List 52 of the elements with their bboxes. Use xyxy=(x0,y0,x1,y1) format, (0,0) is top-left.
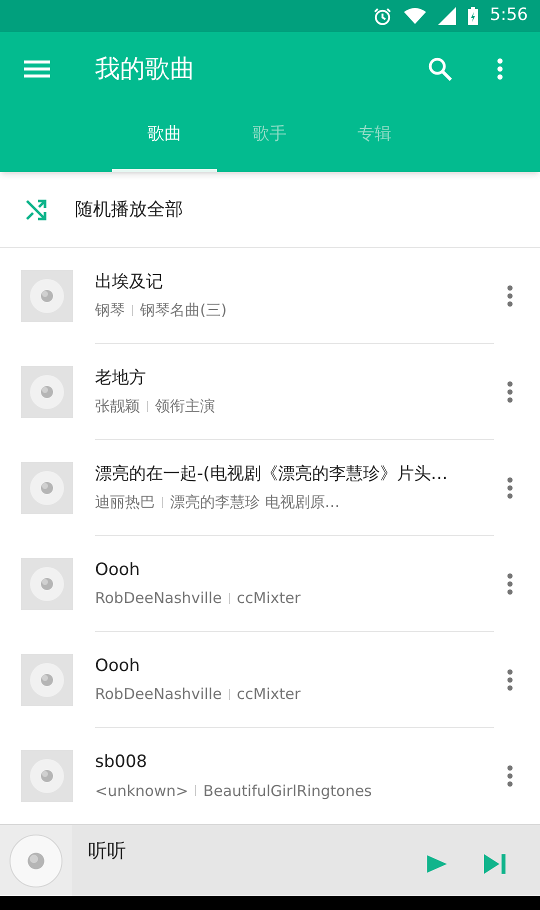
battery-icon xyxy=(468,7,478,25)
song-title: 出埃及记 xyxy=(95,270,164,294)
shuffle-all-button[interactable]: 随机播放全部 xyxy=(0,172,540,248)
song-artist: 钢琴 xyxy=(95,300,125,321)
more-icon xyxy=(507,765,513,787)
more-icon xyxy=(507,477,513,499)
more-icon xyxy=(507,285,513,307)
song-album: ccMixter xyxy=(236,588,301,609)
song-artist: RobDeeNashville xyxy=(95,684,222,705)
more-icon xyxy=(507,573,513,595)
song-title: sb008 xyxy=(95,751,148,774)
song-row[interactable]: sb008 <unknown> BeautifulGirlRingtones xyxy=(0,728,540,824)
album-art-icon xyxy=(9,834,63,888)
signal-icon xyxy=(438,7,456,25)
song-row[interactable]: 老地方 张靓颖 领衔主演 xyxy=(0,344,540,440)
song-row[interactable]: Oooh RobDeeNashville ccMixter xyxy=(0,632,540,728)
album-art-icon xyxy=(21,654,73,706)
album-art-icon xyxy=(21,558,73,610)
now-playing-title: 听听 xyxy=(88,839,127,864)
app-title: 我的歌曲 xyxy=(95,53,196,86)
album-art-icon xyxy=(21,462,73,514)
song-title: Oooh xyxy=(95,558,141,582)
status-time: 5:56 xyxy=(490,4,528,28)
more-icon xyxy=(497,58,503,80)
song-title: 老地方 xyxy=(95,366,147,390)
skip-next-icon xyxy=(484,852,506,874)
album-art-icon xyxy=(21,366,73,418)
album-art-icon xyxy=(21,270,73,322)
song-album: 漂亮的李慧珍 电视剧原… xyxy=(170,492,340,513)
song-album: ccMixter xyxy=(236,684,301,705)
song-title: Oooh xyxy=(95,654,141,678)
song-artist: <unknown> xyxy=(95,780,188,802)
shuffle-icon xyxy=(24,198,48,222)
song-album: BeautifulGirlRingtones xyxy=(203,780,372,802)
alarm-icon xyxy=(372,6,392,26)
search-icon xyxy=(427,56,453,82)
more-icon xyxy=(507,669,513,691)
play-icon xyxy=(426,852,448,874)
album-art-icon xyxy=(21,750,73,802)
song-album: 领衔主演 xyxy=(155,396,215,417)
song-artist: 迪丽热巴 xyxy=(95,492,155,513)
song-artist: 张靓颖 xyxy=(95,396,140,417)
song-row[interactable]: Oooh RobDeeNashville ccMixter xyxy=(0,536,540,632)
wifi-icon xyxy=(404,8,426,24)
song-title: 漂亮的在一起-(电视剧《漂亮的李慧珍》片头… xyxy=(95,462,449,486)
song-artist: RobDeeNashville xyxy=(95,588,222,609)
menu-icon xyxy=(24,60,50,78)
song-row[interactable]: 漂亮的在一起-(电视剧《漂亮的李慧珍》片头… 迪丽热巴 漂亮的李慧珍 电视剧原… xyxy=(0,440,540,536)
song-album: 钢琴名曲(三) xyxy=(140,300,227,321)
more-icon xyxy=(507,381,513,403)
menu-button[interactable] xyxy=(24,59,50,79)
song-row[interactable]: 出埃及记 钢琴 钢琴名曲(三) xyxy=(0,248,540,344)
